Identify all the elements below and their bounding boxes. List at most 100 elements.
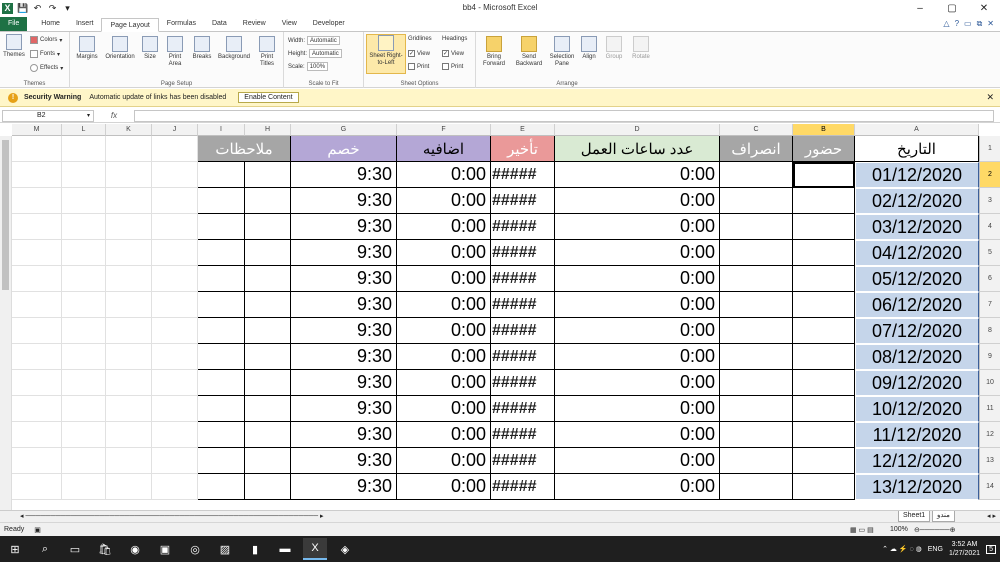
cell-I12[interactable]	[198, 422, 245, 448]
cell-L13[interactable]	[62, 448, 106, 474]
cell-late[interactable]: #####	[491, 292, 555, 318]
cell-extra[interactable]: 0:00	[397, 266, 491, 292]
column-header-D[interactable]: D	[555, 124, 720, 136]
column-header-K[interactable]: K	[106, 124, 152, 136]
cell-I9[interactable]	[198, 344, 245, 370]
cell-L14[interactable]	[62, 474, 106, 500]
cell-date[interactable]: 07/12/2020	[855, 318, 979, 344]
send-backward-button[interactable]: Send Backward	[512, 36, 546, 68]
row-header-6[interactable]: 6	[979, 266, 1000, 292]
cell-late[interactable]: #####	[491, 214, 555, 240]
save-icon[interactable]: 💾	[17, 3, 28, 14]
cell-H11[interactable]	[245, 396, 291, 422]
cell-J5[interactable]	[152, 240, 198, 266]
cell-M2[interactable]	[12, 162, 62, 188]
cell-I10[interactable]	[198, 370, 245, 396]
sheet-tab-2[interactable]: مندو	[932, 511, 955, 522]
orientation-button[interactable]: Orientation	[102, 36, 138, 61]
breaks-button[interactable]: Breaks	[190, 36, 214, 61]
column-header-C[interactable]: C	[720, 124, 793, 136]
cell-I5[interactable]	[198, 240, 245, 266]
tab-review[interactable]: Review	[235, 17, 274, 31]
view-buttons[interactable]: ▦ ▭ ▤	[850, 526, 874, 534]
header-attend[interactable]: حضور	[793, 136, 855, 162]
cell-K9[interactable]	[106, 344, 152, 370]
cell-attend[interactable]	[793, 396, 855, 422]
headings-view-check[interactable]: ✓ View	[442, 50, 464, 57]
cell-K11[interactable]	[106, 396, 152, 422]
help-icon[interactable]: ?	[955, 19, 959, 29]
cell-attend[interactable]	[793, 344, 855, 370]
cell-H10[interactable]	[245, 370, 291, 396]
scale-input[interactable]: 100%	[306, 62, 329, 71]
app-icon[interactable]: ▣	[153, 538, 177, 560]
row-header-7[interactable]: 7	[979, 292, 1000, 318]
cell-deduct[interactable]: 9:30	[291, 214, 397, 240]
cell-K2[interactable]	[106, 162, 152, 188]
cell-K8[interactable]	[106, 318, 152, 344]
column-header-F[interactable]: F	[397, 124, 491, 136]
cell-deduct[interactable]: 9:30	[291, 292, 397, 318]
gridlines-print-check[interactable]: Print	[408, 63, 429, 70]
row-header-3[interactable]: 3	[979, 188, 1000, 214]
cell-extra[interactable]: 0:00	[397, 162, 491, 188]
cell-I11[interactable]	[198, 396, 245, 422]
cell-H3[interactable]	[245, 188, 291, 214]
cell-late[interactable]: #####	[491, 448, 555, 474]
cell-leave[interactable]	[720, 292, 793, 318]
row-header-8[interactable]: 8	[979, 318, 1000, 344]
header-leave[interactable]: انصراف	[720, 136, 793, 162]
cell-deduct[interactable]: 9:30	[291, 188, 397, 214]
row-header-9[interactable]: 9	[979, 344, 1000, 370]
row-header-5[interactable]: 5	[979, 240, 1000, 266]
cell-J11[interactable]	[152, 396, 198, 422]
zoom-level[interactable]: 100%	[890, 526, 908, 533]
cell-I4[interactable]	[198, 214, 245, 240]
cell-late[interactable]: #####	[491, 370, 555, 396]
cell-deduct[interactable]: 9:30	[291, 240, 397, 266]
sheet-tab-sheet1[interactable]: Sheet1	[898, 511, 931, 522]
cell-J9[interactable]	[152, 344, 198, 370]
cell-L4[interactable]	[62, 214, 106, 240]
cell-hours[interactable]: 0:00	[555, 266, 720, 292]
cell-deduct[interactable]: 9:30	[291, 266, 397, 292]
cell-extra[interactable]: 0:00	[397, 396, 491, 422]
cell-K4[interactable]	[106, 214, 152, 240]
cell-M14[interactable]	[12, 474, 62, 500]
zoom-slider[interactable]: ⊖──────⊕	[914, 526, 956, 534]
cell-L2[interactable]	[62, 162, 106, 188]
cell-J1[interactable]	[152, 136, 198, 162]
active-cell-B2[interactable]	[793, 162, 855, 188]
cell-hours[interactable]: 0:00	[555, 448, 720, 474]
cell-leave[interactable]	[720, 318, 793, 344]
name-box[interactable]: B2 ▾	[2, 109, 94, 122]
cell-leave[interactable]	[720, 474, 793, 500]
task-view-icon[interactable]: ▭	[63, 538, 87, 560]
doc-minimize-icon[interactable]: ▭	[964, 19, 972, 29]
worksheet-grid[interactable]: M L K J I H G F E D C B A 1 ملاحظات خصم اضافيه تأخير عدد س…	[0, 124, 1000, 510]
vertical-scroll-thumb[interactable]	[2, 140, 9, 290]
cell-I14[interactable]	[198, 474, 245, 500]
cell-I6[interactable]	[198, 266, 245, 292]
cell-J3[interactable]	[152, 188, 198, 214]
cell-leave[interactable]	[720, 448, 793, 474]
search-icon[interactable]: ⌕	[33, 538, 57, 560]
customize-qat-icon[interactable]: ▾	[62, 3, 73, 14]
header-date[interactable]: التاريخ	[855, 136, 979, 162]
size-button[interactable]: Size	[140, 36, 160, 61]
rotate-button[interactable]: Rotate	[628, 36, 654, 61]
margins-button[interactable]: Margins	[74, 36, 100, 61]
column-header-M[interactable]: M	[12, 124, 62, 136]
cell-I3[interactable]	[198, 188, 245, 214]
cell-H5[interactable]	[245, 240, 291, 266]
tab-formulas[interactable]: Formulas	[159, 17, 204, 31]
cell-extra[interactable]: 0:00	[397, 422, 491, 448]
cell-H7[interactable]	[245, 292, 291, 318]
headings-print-check[interactable]: Print	[442, 63, 463, 70]
cell-H12[interactable]	[245, 422, 291, 448]
cell-leave[interactable]	[720, 344, 793, 370]
phone-icon[interactable]: ▮	[243, 538, 267, 560]
column-header-L[interactable]: L	[62, 124, 106, 136]
cell-K5[interactable]	[106, 240, 152, 266]
gridlines-view-check[interactable]: ✓ View	[408, 50, 430, 57]
